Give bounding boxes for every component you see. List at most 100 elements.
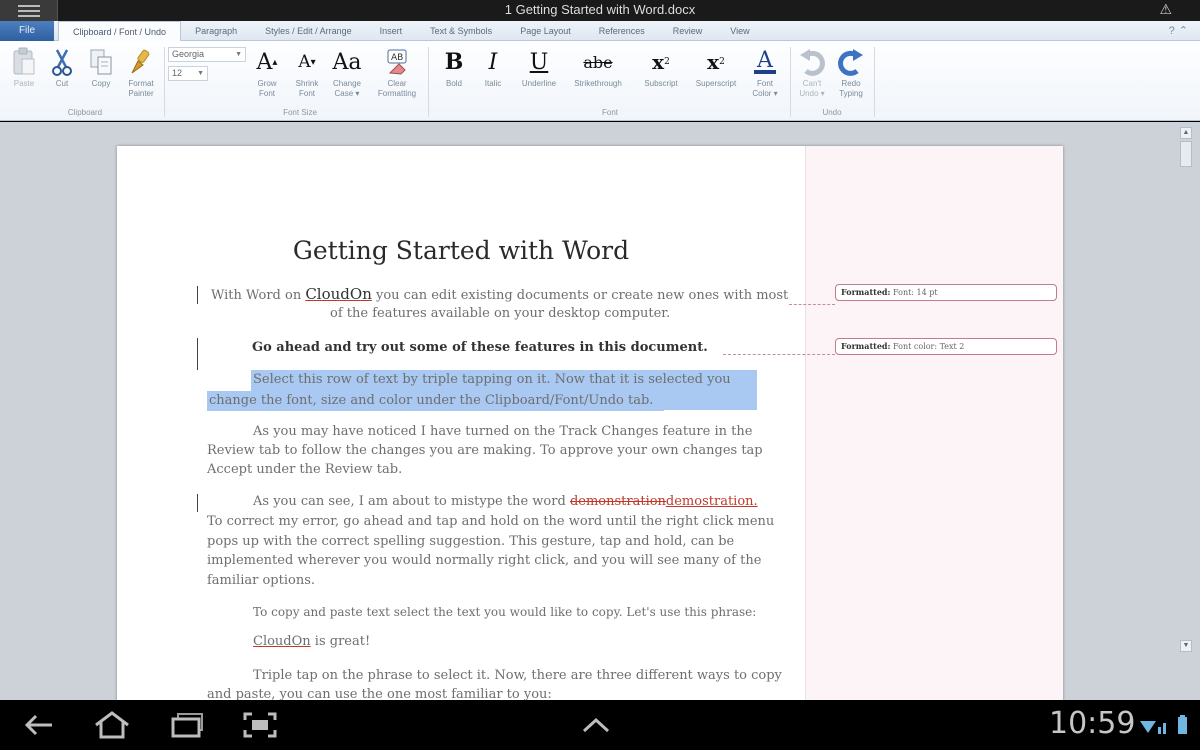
paragraph-4-line-3[interactable]: Accept under the Review tab. — [207, 460, 807, 480]
undo-icon — [792, 45, 832, 79]
tab-references[interactable]: References — [585, 21, 659, 41]
inserted-text[interactable]: demostration. — [666, 494, 758, 509]
revision-balloon[interactable]: Formatted: Font: 14 pt — [835, 284, 1057, 301]
scroll-up-icon[interactable]: ▲ — [1180, 127, 1192, 139]
brand-name: CloudOn — [253, 634, 311, 649]
chevron-down-icon: ▼ — [235, 51, 242, 58]
tab-styles-edit-arrange[interactable]: Styles / Edit / Arrange — [251, 21, 366, 41]
group-label-clipboard: Clipboard — [67, 108, 103, 117]
tab-text-symbols[interactable]: Text & Symbols — [416, 21, 506, 41]
help-icon[interactable]: ? — [1169, 25, 1179, 37]
tab-insert[interactable]: Insert — [366, 21, 417, 41]
document-workspace[interactable]: Getting Started with Word With Word on C… — [0, 122, 1200, 700]
clear-formatting-button[interactable]: AB Clear Formatting — [374, 45, 420, 99]
eraser-icon: AB — [374, 45, 420, 79]
shrink-font-icon: A ▾ — [298, 52, 316, 72]
tab-review[interactable]: Review — [659, 21, 717, 41]
cut-button[interactable]: Cut — [42, 45, 82, 89]
paragraph-8-line-1[interactable]: Triple tap on the phrase to select it. N… — [253, 666, 813, 686]
ribbon-separator — [790, 47, 791, 117]
battery-icon — [1178, 715, 1187, 734]
change-bar — [197, 338, 198, 370]
paragraph-8-line-2[interactable]: and paste, you can use the one most fami… — [207, 685, 767, 700]
warning-icon[interactable]: ⚠ — [1159, 1, 1172, 18]
tab-paragraph[interactable]: Paragraph — [181, 21, 251, 41]
selected-line-1[interactable]: Select this row of text by triple tappin… — [251, 370, 757, 410]
chevron-up-icon — [582, 717, 610, 733]
tab-clipboard-font-undo[interactable]: Clipboard / Font / Undo — [58, 21, 182, 42]
scroll-down-icon[interactable]: ▼ — [1180, 640, 1192, 652]
group-label-font: Font — [601, 108, 618, 117]
chevron-down-icon: ▼ — [197, 70, 204, 77]
format-painter-button[interactable]: Format Painter — [121, 45, 161, 99]
paragraph-1-line-2[interactable]: of the features available on your deskto… — [330, 304, 780, 324]
paragraph-6[interactable]: To copy and paste text select the text y… — [253, 602, 813, 622]
tab-view[interactable]: View — [716, 21, 763, 41]
system-navigation-bar: 10:59 — [0, 700, 1200, 750]
change-bar — [197, 286, 198, 304]
back-arrow-icon — [24, 714, 52, 736]
ribbon-options[interactable]: ?⌃ — [1169, 24, 1192, 37]
copy-icon — [81, 45, 121, 79]
paragraph-1-line-1[interactable]: With Word on CloudOn you can edit existi… — [211, 284, 811, 306]
group-label-undo: Undo — [822, 108, 842, 117]
recent-apps-button[interactable] — [168, 710, 208, 740]
paragraph-4-line-1[interactable]: As you may have noticed I have turned on… — [253, 422, 813, 442]
document-heading[interactable]: Getting Started with Word — [117, 236, 805, 265]
copy-button[interactable]: Copy — [81, 45, 121, 89]
title-bar: 1 Getting Started with Word.docx ⚠ — [0, 0, 1200, 21]
selected-line-2[interactable]: change the font, size and color under th… — [207, 391, 664, 412]
undo-button[interactable]: Can't Undo ▾ — [792, 45, 832, 99]
markup-pane — [805, 146, 1063, 700]
recent-apps-icon — [171, 713, 203, 738]
comment-connector — [723, 354, 835, 355]
underline-icon: U — [529, 49, 549, 75]
status-icons[interactable] — [1138, 713, 1192, 737]
change-case-button[interactable]: Aa Change Case ▾ — [327, 45, 367, 99]
signal-icon — [1158, 723, 1166, 734]
superscript-button[interactable]: x2 Superscript — [689, 45, 743, 89]
scroll-thumb[interactable] — [1180, 141, 1192, 167]
svg-text:A: A — [756, 48, 774, 73]
subscript-button[interactable]: x2 Subscript — [636, 45, 686, 89]
bold-button[interactable]: B Bold — [434, 45, 474, 89]
font-color-icon: A — [745, 45, 785, 79]
tab-page-layout[interactable]: Page Layout — [506, 21, 585, 41]
paragraph-4-line-2[interactable]: Review tab to follow the changes you are… — [207, 441, 807, 461]
paragraph-5-line-2[interactable]: To correct my error, go ahead and tap an… — [207, 512, 807, 532]
bold-icon: B — [444, 49, 464, 75]
svg-text:AB: AB — [391, 53, 403, 63]
underline-button[interactable]: U Underline — [516, 45, 562, 89]
menu-up-button[interactable] — [576, 710, 616, 740]
paragraph-5-line-1[interactable]: As you can see, I am about to mistype th… — [253, 492, 813, 512]
paragraph-5-line-3[interactable]: pops up with the correct spelling sugges… — [207, 532, 807, 552]
brand-name: CloudOn — [305, 285, 372, 303]
font-color-button[interactable]: A Font Color ▾ — [745, 45, 785, 99]
strikethrough-icon: abe — [583, 52, 613, 72]
vertical-scrollbar[interactable]: ▲ ▼ — [1180, 127, 1192, 652]
change-bar — [197, 494, 198, 512]
tab-file[interactable]: File — [0, 21, 54, 41]
home-button[interactable] — [92, 710, 132, 740]
status-clock[interactable]: 10:59 — [1049, 706, 1135, 741]
shrink-font-button[interactable]: A ▾ Shrink Font — [287, 45, 327, 99]
strikethrough-button[interactable]: abe Strikethrough — [567, 45, 629, 89]
paragraph-5-line-5[interactable]: familiar options. — [207, 571, 807, 591]
revision-balloon[interactable]: Formatted: Font color: Text 2 — [835, 338, 1057, 355]
ribbon-tab-row: File Clipboard / Font / Undo Paragraph S… — [0, 21, 1200, 42]
redo-button[interactable]: Redo Typing — [831, 45, 871, 99]
document-page[interactable]: Getting Started with Word With Word on C… — [117, 146, 1063, 700]
paste-button[interactable]: Paste — [4, 45, 44, 89]
font-name-select[interactable]: Georgia ▼ — [168, 47, 246, 62]
italic-button[interactable]: I Italic — [473, 45, 513, 89]
screenshot-button[interactable] — [240, 710, 280, 740]
ribbon: Paste Cut Copy Format Painter Clipboard … — [0, 41, 1200, 121]
grow-font-button[interactable]: A ▴ Grow Font — [247, 45, 287, 99]
screenshot-icon — [243, 712, 277, 738]
paragraph-7[interactable]: CloudOn is great! — [253, 632, 553, 652]
collapse-ribbon-icon[interactable]: ⌃ — [1179, 25, 1192, 37]
paragraph-2[interactable]: Go ahead and try out some of these featu… — [252, 338, 812, 358]
back-button[interactable] — [18, 710, 58, 740]
paragraph-5-line-4[interactable]: implemented wherever you would normally … — [207, 551, 807, 571]
font-size-select[interactable]: 12 ▼ — [168, 66, 208, 81]
